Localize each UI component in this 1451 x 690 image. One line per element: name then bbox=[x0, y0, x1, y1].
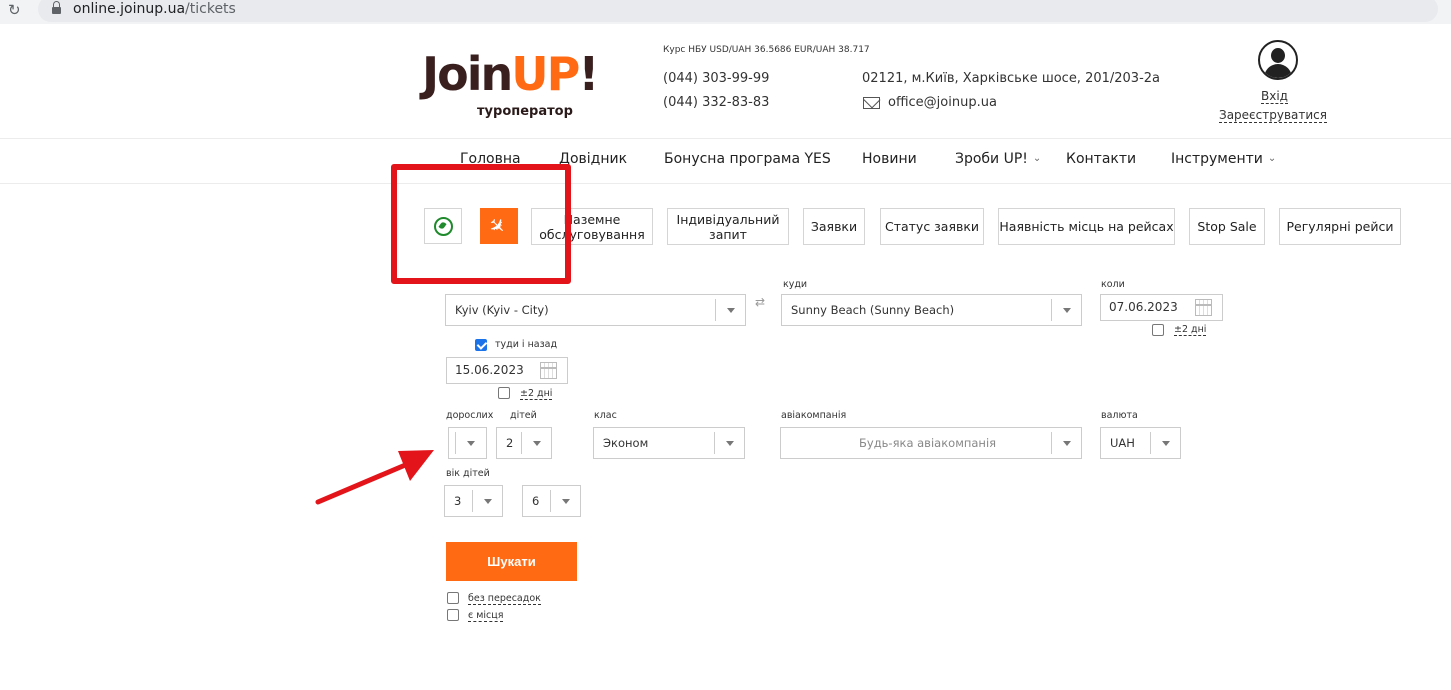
when-label: коли bbox=[1101, 279, 1125, 290]
tab-seat-availability[interactable]: Наявність місць на рейсах bbox=[998, 208, 1175, 245]
adults-label: дорослих bbox=[446, 410, 494, 421]
calendar-icon[interactable] bbox=[1195, 299, 1212, 316]
round-trip-label: туди і назад bbox=[495, 339, 558, 350]
class-select[interactable]: Эконом bbox=[593, 427, 745, 459]
calendar-icon[interactable] bbox=[540, 362, 557, 379]
tab-regular-flights[interactable]: Регулярні рейси bbox=[1279, 208, 1401, 245]
exchange-rates: Курс НБУ USD/UAH 36.5686 EUR/UAH 38.717 bbox=[663, 45, 870, 55]
child-age-2-select[interactable]: 6 bbox=[522, 485, 581, 517]
child-age-1-select[interactable]: 3 bbox=[444, 485, 503, 517]
swap-arrows-icon[interactable]: ⇄ bbox=[755, 296, 765, 308]
dropdown-caret-icon bbox=[1162, 441, 1170, 446]
children-label: дітей bbox=[510, 410, 537, 421]
children-select[interactable]: 2 bbox=[496, 427, 552, 459]
return-date-field[interactable]: 15.06.2023 bbox=[446, 357, 568, 384]
dropdown-caret-icon bbox=[562, 499, 570, 504]
dropdown-caret-icon bbox=[484, 499, 492, 504]
logo-subtitle: туроператор bbox=[477, 104, 573, 119]
chevron-down-icon: ⌄ bbox=[1032, 153, 1042, 164]
reload-icon[interactable]: ↻ bbox=[8, 1, 21, 19]
airline-label: авіакомпанія bbox=[781, 410, 847, 421]
currency-label: валюта bbox=[1101, 410, 1138, 421]
to-city-select[interactable]: Sunny Beach (Sunny Beach) bbox=[781, 294, 1082, 326]
tab-order-status[interactable]: Статус заявки bbox=[880, 208, 984, 245]
phone-number-1[interactable]: (044) 303-99-99 bbox=[663, 71, 769, 86]
lock-icon[interactable] bbox=[52, 1, 61, 14]
depart-date-field[interactable]: 07.06.2023 bbox=[1100, 294, 1223, 321]
tab-individual-request[interactable]: Індивідуальний запит bbox=[667, 208, 789, 245]
email-link[interactable]: office@joinup.ua bbox=[888, 95, 997, 110]
airline-select[interactable]: Будь-яка авіакомпанія bbox=[780, 427, 1082, 459]
return-flex-checkbox[interactable] bbox=[498, 387, 510, 399]
nav-item-news[interactable]: Новини bbox=[862, 151, 917, 167]
nav-item-contacts[interactable]: Контакти bbox=[1066, 151, 1136, 167]
logo-text-excl: ! bbox=[578, 47, 599, 101]
nav-item-bonus-program[interactable]: Бонусна програма YES bbox=[664, 151, 831, 167]
dropdown-caret-icon bbox=[1063, 308, 1071, 313]
nav-item-make-up[interactable]: Зроби UP! ⌄ bbox=[955, 151, 1041, 167]
register-link[interactable]: Зареєструватися bbox=[1219, 108, 1327, 123]
round-trip-checkbox[interactable] bbox=[475, 339, 487, 351]
red-arrow-annotation bbox=[315, 450, 434, 505]
dropdown-caret-icon bbox=[1063, 441, 1071, 446]
depart-date-value: 07.06.2023 bbox=[1109, 300, 1178, 314]
dropdown-caret-icon bbox=[726, 441, 734, 446]
user-avatar-icon[interactable] bbox=[1258, 40, 1298, 80]
divider bbox=[0, 183, 1451, 184]
class-label: клас bbox=[594, 410, 617, 421]
nonstop-checkbox[interactable] bbox=[447, 592, 459, 604]
from-city-value: Kyiv (Kyiv - City) bbox=[455, 303, 549, 317]
phone-number-2[interactable]: (044) 332-83-83 bbox=[663, 95, 769, 110]
envelope-icon bbox=[863, 97, 880, 109]
nav-item-tools[interactable]: Інструменти ⌄ bbox=[1171, 151, 1276, 167]
tab-orders[interactable]: Заявки bbox=[803, 208, 865, 245]
logo-text-up: UP bbox=[511, 47, 580, 101]
to-city-value: Sunny Beach (Sunny Beach) bbox=[791, 303, 955, 317]
currency-select[interactable]: UAH bbox=[1100, 427, 1181, 459]
logo-text-join: Join bbox=[422, 47, 513, 101]
child-age-2-value: 6 bbox=[532, 494, 540, 508]
office-address: 02121, м.Київ, Харківське шосе, 201/203-… bbox=[862, 71, 1161, 86]
adults-select[interactable] bbox=[448, 427, 487, 459]
url-field[interactable] bbox=[38, 0, 1438, 22]
browser-address-bar: ↻ online.joinup.ua/tickets bbox=[0, 0, 1451, 24]
available-seats-label[interactable]: є місця bbox=[468, 610, 504, 622]
divider bbox=[0, 138, 1451, 139]
currency-value: UAH bbox=[1110, 436, 1135, 450]
child-age-1-value: 3 bbox=[454, 494, 462, 508]
depart-flex-checkbox[interactable] bbox=[1152, 324, 1164, 336]
class-value: Эконом bbox=[603, 436, 649, 450]
depart-flex-label[interactable]: ±2 дні bbox=[1174, 324, 1207, 336]
dropdown-caret-icon bbox=[467, 441, 475, 446]
dropdown-caret-icon bbox=[727, 308, 735, 313]
return-flex-label[interactable]: ±2 дні bbox=[520, 388, 553, 400]
dropdown-caret-icon bbox=[533, 441, 541, 446]
chevron-down-icon: ⌄ bbox=[1267, 153, 1277, 164]
airline-placeholder: Будь-яка авіакомпанія bbox=[859, 436, 997, 450]
nonstop-label[interactable]: без пересадок bbox=[468, 593, 541, 605]
return-date-value: 15.06.2023 bbox=[455, 363, 524, 377]
highlight-rectangle-annotation bbox=[391, 164, 571, 284]
child-ages-label: вік дітей bbox=[446, 468, 490, 479]
from-city-select[interactable]: Kyiv (Kyiv - City) bbox=[445, 294, 746, 326]
url-text[interactable]: online.joinup.ua/tickets bbox=[73, 1, 236, 17]
to-label: куди bbox=[783, 279, 808, 290]
joinup-logo[interactable]: JoinUP! туроператор bbox=[422, 50, 607, 122]
children-value: 2 bbox=[506, 436, 514, 450]
login-link[interactable]: Вхід bbox=[1261, 89, 1288, 104]
tab-stop-sale[interactable]: Stop Sale bbox=[1189, 208, 1265, 245]
search-button[interactable]: Шукати bbox=[446, 542, 577, 581]
available-seats-checkbox[interactable] bbox=[447, 609, 459, 621]
